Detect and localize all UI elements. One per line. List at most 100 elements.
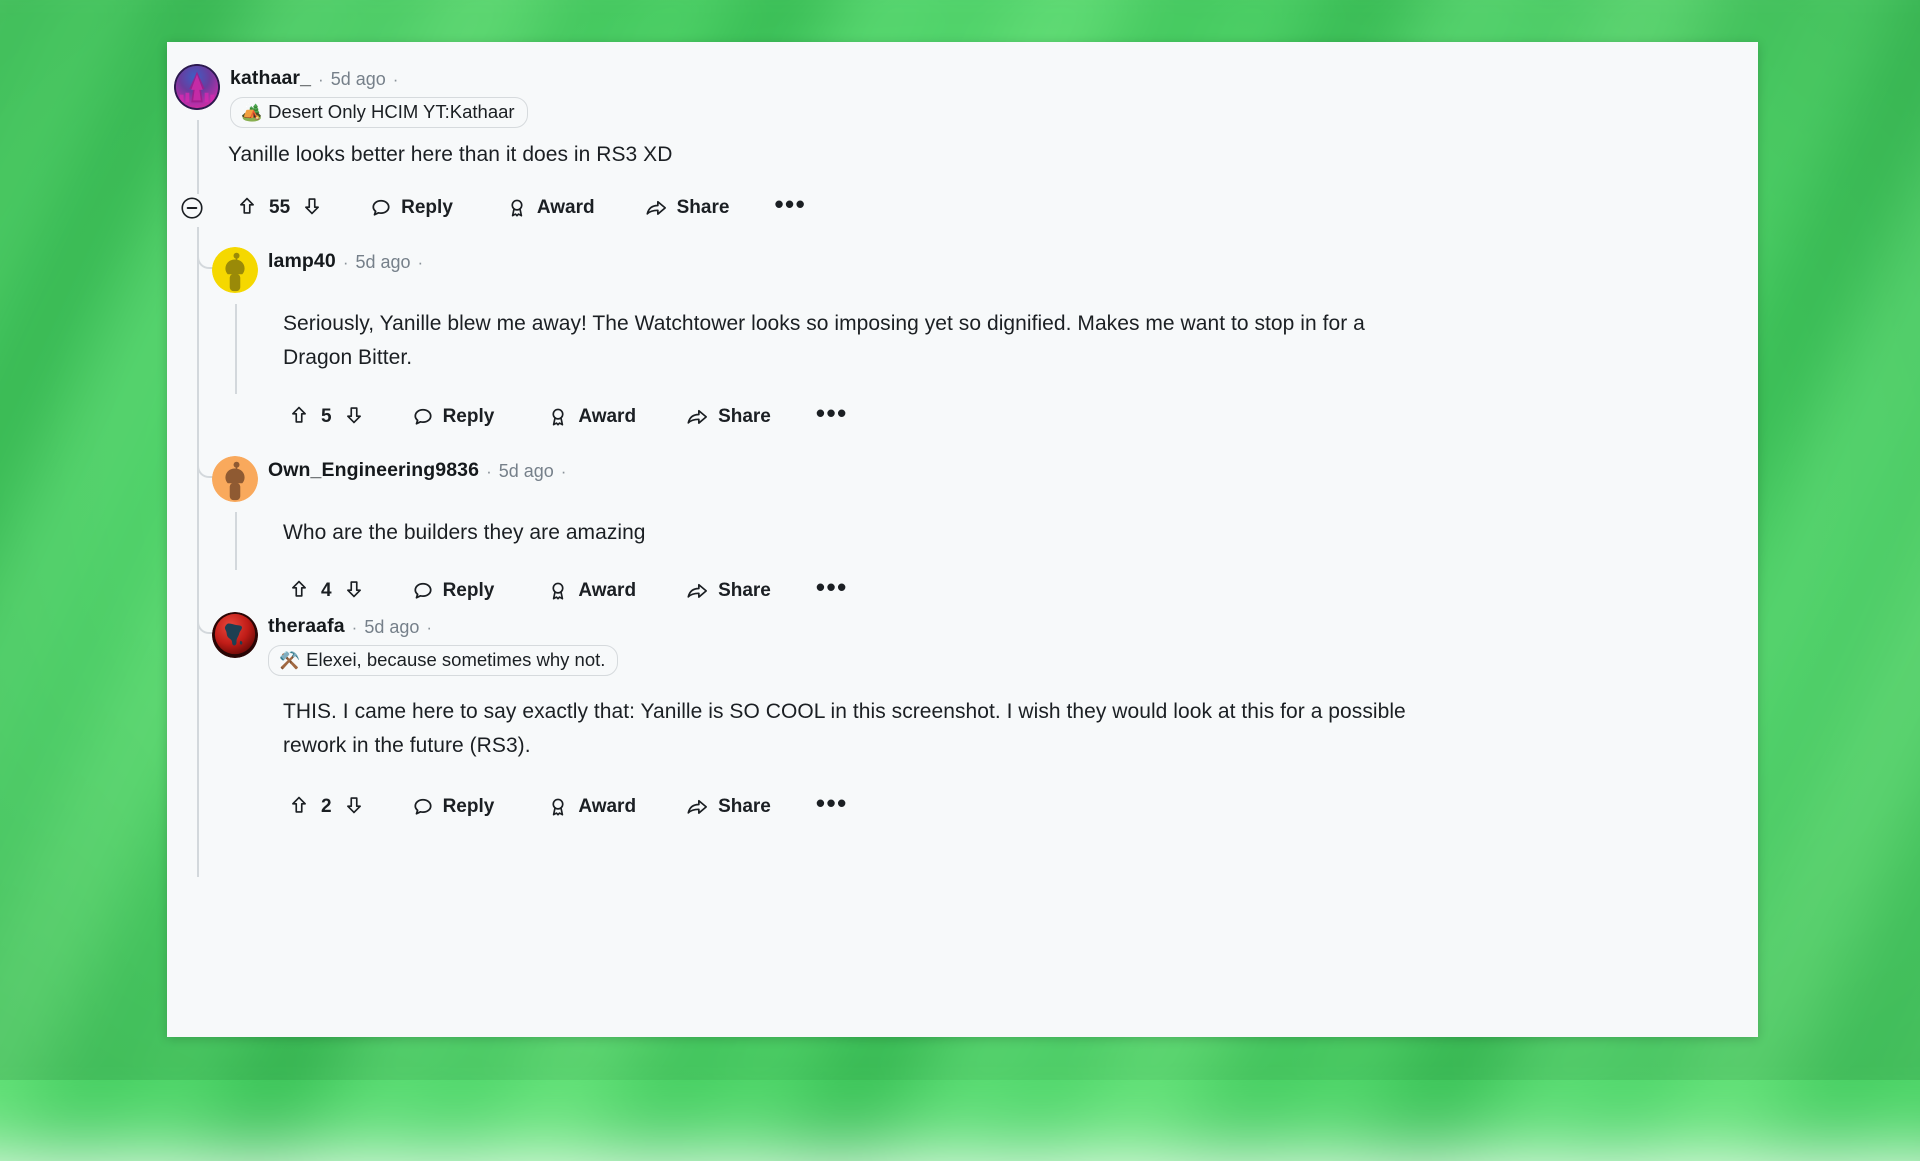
award-icon	[547, 796, 569, 818]
vote-count: 4	[321, 580, 332, 602]
comment-body: Yanille looks better here than it does i…	[228, 138, 1408, 172]
vote-group: 5	[288, 404, 365, 431]
share-label: Share	[718, 580, 771, 602]
comment-body: THIS. I came here to say exactly that: Y…	[283, 695, 1423, 763]
reply-label: Reply	[443, 796, 495, 818]
vote-group: 55	[236, 195, 323, 222]
reply-button[interactable]: Reply	[412, 796, 495, 818]
share-label: Share	[718, 796, 771, 818]
separator-dot: ·	[343, 254, 349, 271]
thread-line	[197, 227, 199, 877]
comment-body: Who are the builders they are amazing	[283, 516, 1423, 550]
reply-label: Reply	[401, 197, 453, 219]
reply-icon	[412, 406, 434, 428]
separator-dot: ·	[426, 619, 432, 636]
avatar[interactable]	[212, 247, 258, 293]
more-options-button[interactable]: •••	[816, 798, 848, 816]
vote-group: 2	[288, 794, 365, 821]
thread-line	[235, 304, 237, 394]
more-options-button[interactable]: •••	[816, 582, 848, 600]
reply-button[interactable]: Reply	[370, 197, 453, 219]
share-button[interactable]: Share	[645, 197, 730, 219]
collapse-thread-button[interactable]	[179, 195, 205, 221]
vote-count: 2	[321, 796, 332, 818]
share-label: Share	[677, 197, 730, 219]
award-button[interactable]: Award	[547, 796, 636, 818]
comment-body: Seriously, Yanille blew me away! The Wat…	[283, 307, 1423, 375]
comment-timestamp: 5d ago	[499, 462, 554, 480]
comment-actions: 5 Reply Award Share •••	[288, 394, 848, 440]
comment-author[interactable]: Own_Engineering9836	[268, 461, 479, 481]
upvote-button[interactable]	[288, 794, 310, 821]
upvote-button[interactable]	[236, 195, 258, 222]
avatar[interactable]	[212, 612, 258, 658]
vote-count: 55	[269, 197, 290, 219]
reply-icon	[412, 796, 434, 818]
comment-actions: 2 Reply Award Share •••	[288, 784, 848, 830]
separator-dot: ·	[352, 619, 358, 636]
separator-dot: ·	[393, 71, 399, 88]
share-icon	[686, 796, 709, 818]
vote-count: 5	[321, 406, 332, 428]
flair-text: Desert Only HCIM YT:Kathaar	[268, 101, 514, 123]
award-button[interactable]: Award	[506, 197, 595, 219]
share-icon	[686, 580, 709, 602]
separator-dot: ·	[486, 463, 492, 480]
thread-line	[235, 512, 237, 570]
comment-header: kathaar_ · 5d ago · 🏕️ Desert Only HCIM YT:Ka…	[174, 64, 528, 128]
award-label: Award	[578, 580, 636, 602]
share-icon	[645, 197, 668, 219]
flair-text: Elexei, because sometimes why not.	[306, 649, 605, 671]
award-icon	[547, 580, 569, 602]
award-button[interactable]: Award	[547, 580, 636, 602]
share-button[interactable]: Share	[686, 796, 771, 818]
award-label: Award	[537, 197, 595, 219]
comment-header: lamp40 · 5d ago ·	[212, 247, 423, 293]
award-icon	[506, 197, 528, 219]
reply-label: Reply	[443, 580, 495, 602]
separator-dot: ·	[318, 71, 324, 88]
comment-author[interactable]: theraafa	[268, 617, 345, 637]
comment-timestamp: 5d ago	[355, 253, 410, 271]
share-label: Share	[718, 406, 771, 428]
upvote-button[interactable]	[288, 578, 310, 605]
separator-dot: ·	[418, 254, 424, 271]
reply-label: Reply	[443, 406, 495, 428]
award-button[interactable]: Award	[547, 406, 636, 428]
comment-actions: 4 Reply Award Share •••	[288, 568, 848, 614]
flair-emoji-icon: 🏕️	[241, 104, 262, 121]
award-label: Award	[578, 796, 636, 818]
reply-icon	[370, 197, 392, 219]
flair-emoji-icon: ⚒️	[279, 652, 300, 669]
comment-actions: 55 Reply Award Share •••	[179, 185, 806, 231]
award-icon	[547, 406, 569, 428]
comment-timestamp: 5d ago	[364, 618, 419, 636]
avatar[interactable]	[212, 456, 258, 502]
share-button[interactable]: Share	[686, 406, 771, 428]
downvote-button[interactable]	[343, 794, 365, 821]
more-options-button[interactable]: •••	[816, 408, 848, 426]
downvote-button[interactable]	[301, 195, 323, 222]
comment-author[interactable]: kathaar_	[230, 69, 311, 89]
share-button[interactable]: Share	[686, 580, 771, 602]
award-label: Award	[578, 406, 636, 428]
more-options-button[interactable]: •••	[774, 199, 806, 217]
downvote-button[interactable]	[343, 404, 365, 431]
user-flair: 🏕️ Desert Only HCIM YT:Kathaar	[230, 97, 528, 128]
upvote-button[interactable]	[288, 404, 310, 431]
share-icon	[686, 406, 709, 428]
reply-button[interactable]: Reply	[412, 406, 495, 428]
thread-line	[197, 120, 199, 194]
comment-author[interactable]: lamp40	[268, 252, 336, 272]
comment-header: theraafa · 5d ago · ⚒️ Elexei, because someti…	[212, 612, 618, 676]
comment-timestamp: 5d ago	[331, 70, 386, 88]
separator-dot: ·	[561, 463, 567, 480]
reply-icon	[412, 580, 434, 602]
downvote-button[interactable]	[343, 578, 365, 605]
reply-button[interactable]: Reply	[412, 580, 495, 602]
comment-thread-card: kathaar_ · 5d ago · 🏕️ Desert Only HCIM YT:Ka…	[167, 42, 1758, 1037]
user-flair: ⚒️ Elexei, because sometimes why not.	[268, 645, 618, 676]
comment-header: Own_Engineering9836 · 5d ago ·	[212, 456, 566, 502]
avatar[interactable]	[174, 64, 220, 110]
vote-group: 4	[288, 578, 365, 605]
